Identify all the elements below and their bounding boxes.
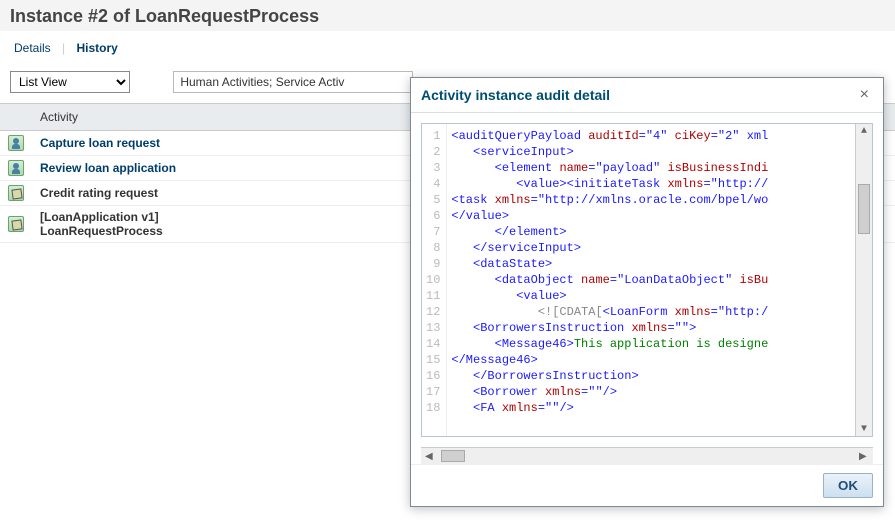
scroll-up-icon[interactable]: ▲: [859, 126, 869, 136]
audit-detail-modal: Activity instance audit detail × 1 2 3 4…: [410, 77, 884, 507]
scroll-down-icon[interactable]: ▼: [859, 424, 869, 434]
horizontal-scrollbar[interactable]: ◀ ▶: [421, 447, 873, 464]
scroll-left-icon[interactable]: ◀: [425, 451, 435, 461]
line-gutter: 1 2 3 4 5 6 7 8 9 10 11 12 13 14 15 16 1…: [422, 124, 447, 436]
vertical-scrollbar[interactable]: ▲ ▼: [855, 124, 872, 436]
ok-button[interactable]: OK: [823, 473, 873, 498]
service-activity-icon: [8, 216, 24, 232]
modal-header: Activity instance audit detail ×: [411, 78, 883, 113]
tab-details[interactable]: Details: [10, 39, 55, 57]
modal-body: 1 2 3 4 5 6 7 8 9 10 11 12 13 14 15 16 1…: [411, 113, 883, 447]
close-icon[interactable]: ×: [856, 86, 873, 104]
scroll-right-icon[interactable]: ▶: [859, 451, 869, 461]
code-viewer: 1 2 3 4 5 6 7 8 9 10 11 12 13 14 15 16 1…: [421, 123, 873, 437]
tab-separator: |: [58, 41, 69, 55]
activity-filter-input[interactable]: [173, 71, 413, 93]
activity-name[interactable]: Review loan application: [40, 161, 176, 175]
modal-footer: OK: [411, 464, 883, 506]
service-activity-icon: [8, 185, 24, 201]
tab-history[interactable]: History: [73, 39, 122, 57]
tabs-bar: Details | History: [0, 31, 895, 67]
page-title: Instance #2 of LoanRequestProcess: [0, 0, 895, 31]
code-content[interactable]: <auditQueryPayload auditId="4" ciKey="2"…: [447, 124, 855, 436]
modal-title: Activity instance audit detail: [421, 87, 610, 103]
activity-name: Credit rating request: [40, 186, 158, 200]
scroll-thumb-v[interactable]: [858, 184, 870, 234]
activity-name: [LoanApplication v1] LoanRequestProcess: [40, 210, 163, 238]
human-activity-icon: [8, 160, 24, 176]
view-select[interactable]: List View: [10, 71, 130, 93]
human-activity-icon: [8, 135, 24, 151]
scroll-thumb-h[interactable]: [441, 450, 465, 462]
activity-name[interactable]: Capture loan request: [40, 136, 160, 150]
